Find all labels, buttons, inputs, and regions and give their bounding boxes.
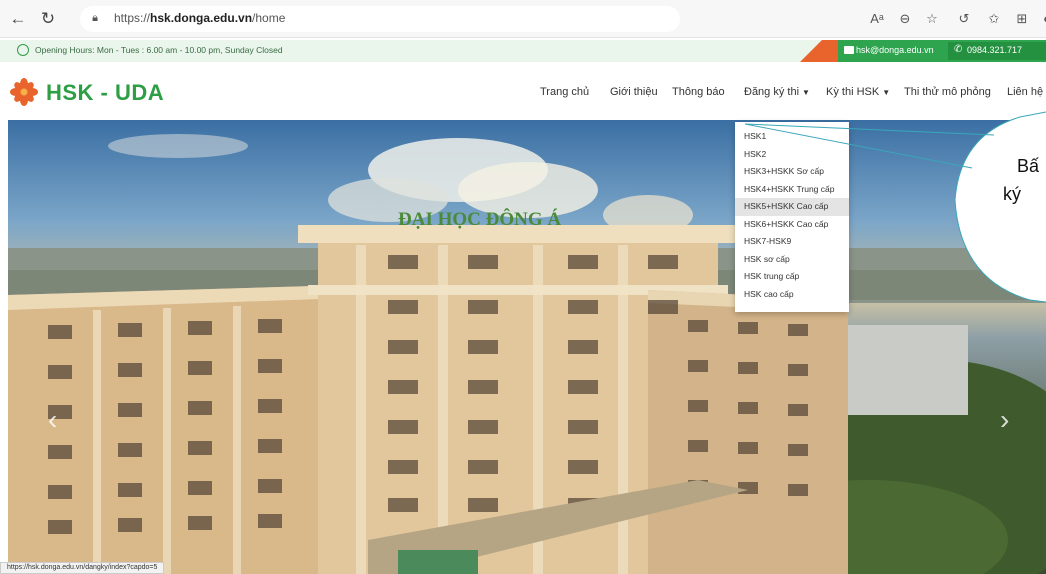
read-aloud-icon[interactable]: Aᵃ xyxy=(868,10,886,28)
nav-thi-thu-mo-phong[interactable]: Thi thử mô phỏng xyxy=(904,86,991,98)
reload-icon[interactable]: ↻ xyxy=(38,9,58,29)
collections-icon[interactable]: ⊞ xyxy=(1013,10,1031,28)
nav-thong-bao[interactable]: Thông báo xyxy=(672,86,725,98)
callout-text-line2: ký xyxy=(1003,184,1021,204)
nav-ky-thi-hsk[interactable]: Kỳ thi HSK ▼ xyxy=(826,86,890,98)
callout-text-line1: Bấ xyxy=(1017,156,1040,176)
clock-icon xyxy=(17,44,29,56)
dang-ky-thi-dropdown: HSK1 HSK2 HSK3+HSKK Sơ cấp HSK4+HSKK Tru… xyxy=(735,122,849,312)
address-bar[interactable]: 🔒︎ https://hsk.donga.edu.vn/home xyxy=(80,6,680,32)
contact-bar: hsk@donga.edu.vn ✆ 0984.321.717 xyxy=(838,40,1046,62)
site-logo-text[interactable]: HSK - UDA xyxy=(46,80,164,106)
site-header: HSK - UDA Trang chủ Giới thiệu Thông báo… xyxy=(0,64,1046,120)
dropdown-item-hsk-cao-cap[interactable]: HSK cao cấp xyxy=(735,286,849,304)
caret-down-icon: ▼ xyxy=(802,88,810,97)
hero-slider[interactable]: ‹ › xyxy=(8,120,1046,574)
url-text: https://hsk.donga.edu.vn/home xyxy=(114,11,286,25)
back-arrow-icon[interactable]: ← xyxy=(8,9,28,29)
dropdown-item-hsk-trung-cap[interactable]: HSK trung cấp xyxy=(735,268,849,286)
dropdown-item-hsk7-9[interactable]: HSK7-HSK9 xyxy=(735,233,849,251)
favorite-star-icon[interactable]: ☆ xyxy=(923,10,941,28)
lock-icon: 🔒︎ xyxy=(92,12,98,24)
nav-gioi-thieu[interactable]: Giới thiệu xyxy=(610,86,658,98)
slider-next-arrow-icon[interactable]: › xyxy=(1000,406,1009,434)
nav-lien-he[interactable]: Liên hệ xyxy=(1007,86,1043,98)
email-link[interactable]: hsk@donga.edu.vn xyxy=(856,45,934,55)
phone-number: 0984.321.717 xyxy=(967,45,1023,55)
dropdown-item-hsk2[interactable]: HSK2 xyxy=(735,146,849,164)
campus-building-illustration xyxy=(8,134,1046,574)
dropdown-item-hsk1[interactable]: HSK1 xyxy=(735,128,849,146)
slider-prev-arrow-icon[interactable]: ‹ xyxy=(48,406,57,434)
phone-link[interactable]: ✆ 0984.321.717 xyxy=(948,42,1046,60)
phone-icon: ✆ xyxy=(954,44,963,55)
status-bar-url: https://hsk.donga.edu.vn/dangky/index?ca… xyxy=(0,562,165,574)
browser-toolbar: ← ↻ 🔒︎ https://hsk.donga.edu.vn/home Aᵃ … xyxy=(0,0,1046,38)
opening-hours: Opening Hours: Mon - Tues : 6.00 am - 10… xyxy=(35,45,283,55)
dropdown-item-hsk5[interactable]: HSK5+HSKK Cao cấp xyxy=(735,198,849,216)
favorites-list-icon[interactable]: ✩ xyxy=(985,10,1003,28)
dropdown-item-hsk6[interactable]: HSK6+HSKK Cao cấp xyxy=(735,216,849,234)
nav-dang-ky-thi[interactable]: Đăng ký thi ▼ xyxy=(744,86,810,98)
refresh-page-icon[interactable]: ↺ xyxy=(955,10,973,28)
dropdown-item-hsk4[interactable]: HSK4+HSKK Trung cấp xyxy=(735,181,849,199)
dropdown-item-hsk3[interactable]: HSK3+HSKK Sơ cấp xyxy=(735,163,849,181)
envelope-icon xyxy=(844,46,854,54)
dropdown-item-hsk-so-cap[interactable]: HSK sơ cấp xyxy=(735,251,849,269)
profile-icon[interactable]: ● xyxy=(1038,10,1046,28)
nav-trang-chu[interactable]: Trang chủ xyxy=(540,86,589,98)
flower-logo-icon[interactable] xyxy=(10,78,38,106)
building-sign: ĐẠI HỌC ĐÔNG Á xyxy=(398,209,562,230)
caret-down-icon: ▼ xyxy=(882,88,891,97)
zoom-icon[interactable]: ⊖ xyxy=(896,10,914,28)
